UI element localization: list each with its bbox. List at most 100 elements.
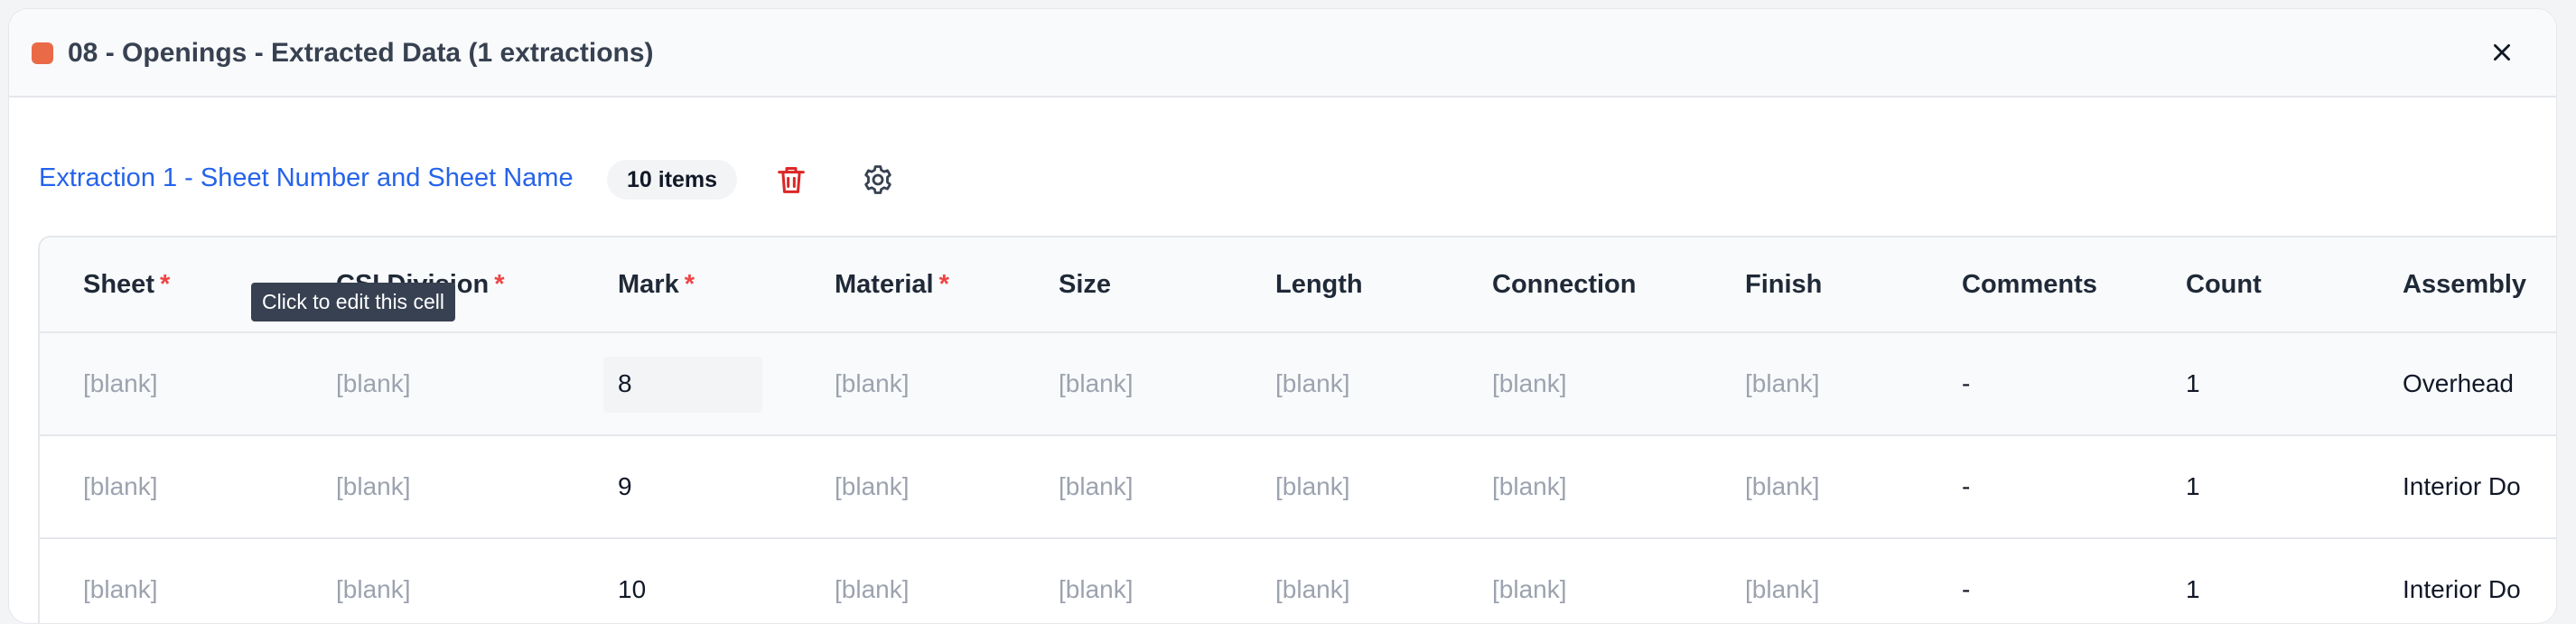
table-cell[interactable]: [blank] [1702, 332, 1918, 436]
delete-extraction-button[interactable] [773, 162, 809, 198]
cell-value: 9 [618, 472, 632, 500]
cell-value: [blank] [1059, 369, 1134, 397]
column-header[interactable]: Count [2142, 237, 2359, 333]
table-cell[interactable]: Interior Do [2359, 538, 2556, 623]
cell-value: [blank] [835, 472, 910, 500]
column-header[interactable]: Length [1232, 237, 1449, 333]
extracted-data-dialog: 08 - Openings - Extracted Data (1 extrac… [8, 8, 2557, 624]
table-cell[interactable]: [blank] [791, 332, 1015, 436]
cell-value: [blank] [1492, 369, 1567, 397]
cell-value: [blank] [83, 575, 158, 603]
column-header-label: Length [1275, 269, 1363, 299]
column-header-label: Assembly [2403, 269, 2527, 299]
cell-value: [blank] [835, 369, 910, 397]
table-cell[interactable]: - [1918, 435, 2142, 539]
table-cell[interactable]: - [1918, 332, 2142, 436]
column-header-label: Mark [618, 269, 679, 299]
cell-value: [blank] [336, 369, 411, 397]
cell-value: - [1962, 369, 1971, 397]
cell-value: [blank] [1275, 575, 1350, 603]
cell-value: [blank] [1059, 472, 1134, 500]
column-header[interactable]: Size [1015, 237, 1232, 333]
extraction-toolbar: Extraction 1 - Sheet Number and Sheet Na… [9, 157, 2556, 202]
column-header-label: Material [835, 269, 934, 299]
column-header[interactable]: Material * [791, 237, 1015, 333]
table-row: [blank] [blank] 9 [blank] [blank] [blank] [bla… [40, 435, 2556, 539]
table-cell[interactable]: [blank] [293, 538, 574, 623]
table-cell[interactable]: 1 [2142, 435, 2359, 539]
table-cell[interactable]: [blank] [1015, 332, 1232, 436]
cell-value: [blank] [1275, 369, 1350, 397]
dialog-title: 08 - Openings - Extracted Data (1 extrac… [68, 38, 654, 68]
table-cell[interactable]: [blank] [1232, 332, 1449, 436]
table-cell[interactable]: 9 [574, 435, 791, 539]
cell-value: [blank] [1275, 472, 1350, 500]
column-header[interactable]: Comments [1918, 237, 2142, 333]
column-header-label: Comments [1962, 269, 2097, 299]
column-header[interactable]: Connection [1449, 237, 1702, 333]
table-cell[interactable]: [blank] [791, 538, 1015, 623]
table-cell[interactable]: [blank] [40, 332, 293, 436]
table-row: [blank] [blank] 8 [blank] [blank] [blank] [bla… [40, 332, 2556, 436]
table-cell[interactable]: 1 [2142, 332, 2359, 436]
cell-value: [blank] [83, 472, 158, 500]
trash-icon [778, 167, 805, 193]
extraction-settings-button[interactable] [860, 162, 896, 198]
column-header[interactable]: Finish [1702, 237, 1918, 333]
cell-value: [blank] [83, 369, 158, 397]
table-cell[interactable]: [blank] [1232, 435, 1449, 539]
column-header-label: Connection [1492, 269, 1637, 299]
required-marker: * [684, 269, 695, 299]
table-cell[interactable]: [blank] [1702, 538, 1918, 623]
table-row: [blank] [blank] 10 [blank] [blank] [blank] [bl… [40, 538, 2556, 623]
cell-value: [blank] [336, 575, 411, 603]
close-icon [2494, 44, 2510, 61]
cell-value: 8 [618, 369, 632, 397]
cell-value: 10 [618, 575, 647, 603]
column-header[interactable]: Mark * [574, 237, 791, 333]
table-cell[interactable]: [blank] [293, 435, 574, 539]
cell-value: [blank] [336, 472, 411, 500]
cell-value: [blank] [1492, 575, 1567, 603]
gear-icon [864, 165, 891, 194]
table-cell[interactable]: [blank] [1449, 538, 1702, 623]
item-count-badge: 10 items [607, 160, 738, 200]
required-marker: * [494, 269, 505, 299]
table-cell[interactable]: [blank] [791, 435, 1015, 539]
column-header[interactable]: Assembly [2359, 237, 2556, 333]
required-marker: * [159, 269, 171, 299]
cell-value: [blank] [1745, 575, 1820, 603]
table-cell[interactable]: [blank] [1232, 538, 1449, 623]
required-marker: * [938, 269, 949, 299]
table-cell[interactable]: [blank] [1449, 332, 1702, 436]
column-header-label: Size [1059, 269, 1112, 299]
table-cell[interactable]: Overhead [2359, 332, 2556, 436]
category-color-dot [32, 42, 53, 64]
table-cell[interactable]: - [1918, 538, 2142, 623]
column-header-label: Finish [1745, 269, 1823, 299]
cell-value: [blank] [1059, 575, 1134, 603]
column-header-label: Sheet [83, 269, 154, 299]
cell-value: 1 [2186, 575, 2200, 603]
close-button[interactable] [2486, 36, 2518, 69]
table-cell[interactable]: [blank] [1015, 435, 1232, 539]
table-cell[interactable]: [blank] [40, 435, 293, 539]
table-cell[interactable]: Interior Do [2359, 435, 2556, 539]
table-cell[interactable]: [blank] [1702, 435, 1918, 539]
cell-value: [blank] [835, 575, 910, 603]
table-cell[interactable]: [blank] [1015, 538, 1232, 623]
table-cell[interactable]: [blank] [293, 332, 574, 436]
dialog-header: 08 - Openings - Extracted Data (1 extrac… [9, 9, 2556, 98]
table-cell[interactable]: 8 [574, 332, 791, 436]
cell-value: 1 [2186, 472, 2200, 500]
cell-value: [blank] [1745, 472, 1820, 500]
table-cell[interactable]: 1 [2142, 538, 2359, 623]
cell-value: - [1962, 472, 1971, 500]
table-cell[interactable]: [blank] [40, 538, 293, 623]
table-cell[interactable]: 10 [574, 538, 791, 623]
table-cell[interactable]: [blank] [1449, 435, 1702, 539]
extraction-link[interactable]: Extraction 1 - Sheet Number and Sheet Na… [39, 163, 574, 193]
cell-value: [blank] [1745, 369, 1820, 397]
cell-value: [blank] [1492, 472, 1567, 500]
cell-value: Interior Do [2403, 472, 2521, 500]
